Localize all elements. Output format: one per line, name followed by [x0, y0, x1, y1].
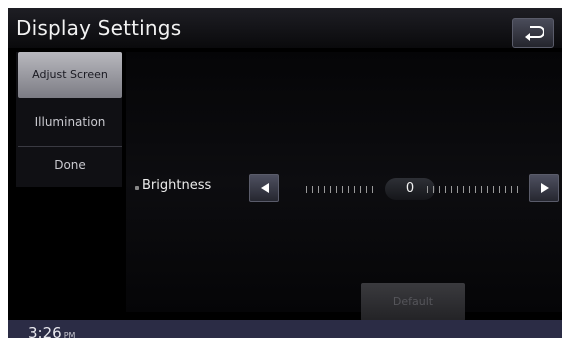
- brightness-scale-right: [427, 184, 518, 194]
- back-button[interactable]: [512, 18, 554, 48]
- default-button[interactable]: Default: [361, 283, 465, 321]
- menu-item-adjust-screen[interactable]: Adjust Screen: [18, 52, 122, 98]
- bullet-icon: [135, 186, 139, 190]
- title-bar: Display Settings: [8, 8, 562, 48]
- status-bar: [8, 320, 562, 338]
- menu-item-illumination[interactable]: Illumination: [18, 108, 122, 136]
- triangle-left-icon: [261, 183, 269, 193]
- clock: 3:26 PM: [28, 324, 75, 338]
- back-arrow-icon: [525, 26, 544, 41]
- brightness-decrease-button[interactable]: [249, 174, 279, 202]
- brightness-scale-left: [306, 184, 373, 194]
- display-settings-screen: Display Settings Adjust Screen Illuminat…: [8, 8, 562, 338]
- settings-menu: Adjust Screen Illumination Done: [16, 52, 122, 187]
- default-button-label: Default: [392, 295, 434, 308]
- menu-item-done[interactable]: Done: [18, 146, 122, 182]
- brightness-increase-button[interactable]: [529, 174, 559, 202]
- brightness-label: Brightness: [142, 178, 212, 193]
- clock-ampm: PM: [63, 331, 76, 338]
- clock-time: 3:26: [28, 324, 62, 338]
- page-title: Display Settings: [16, 16, 182, 40]
- triangle-right-icon: [541, 183, 549, 193]
